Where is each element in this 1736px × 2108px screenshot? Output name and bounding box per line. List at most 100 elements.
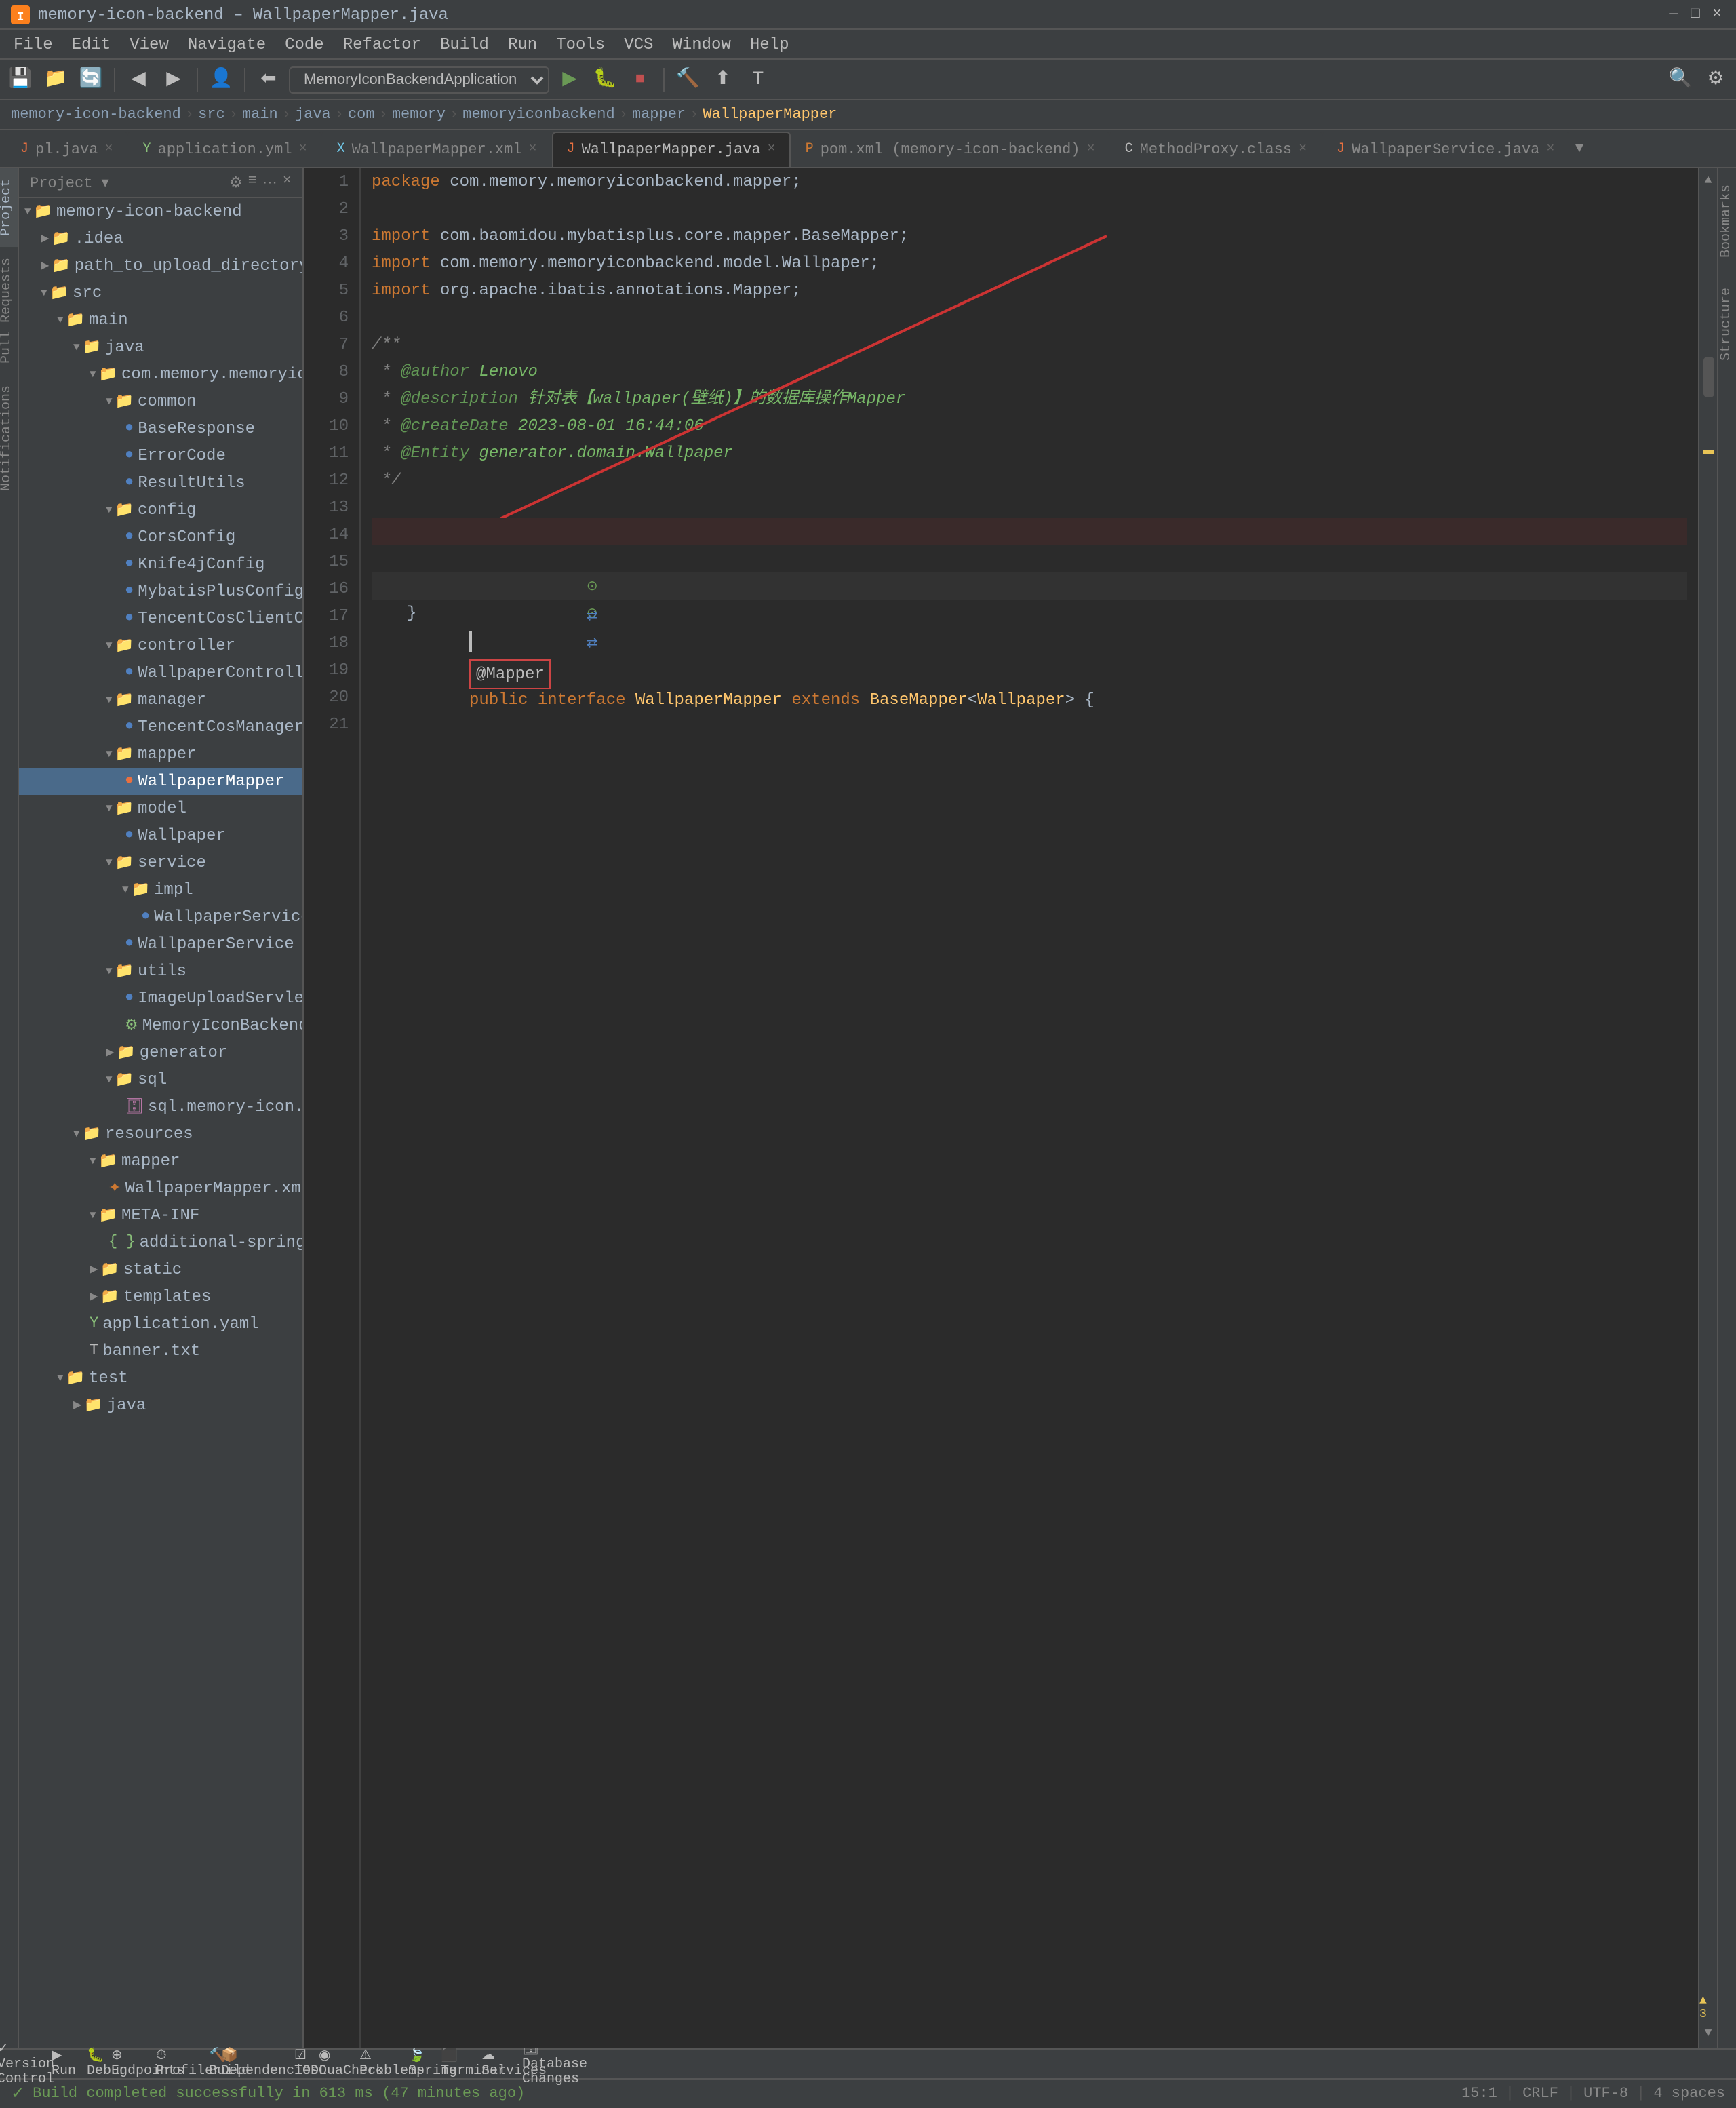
status-position[interactable]: 15:1	[1461, 2086, 1497, 2102]
breadcrumb-part5[interactable]: com	[348, 106, 375, 123]
tree-wallpaper-controller[interactable]: ● WallpaperController	[19, 659, 302, 686]
tree-main[interactable]: ▼ 📁 main	[19, 307, 302, 334]
toolbar-build[interactable]: 🔨	[673, 64, 703, 94]
tree-wallpaper-mapper-xml[interactable]: ✦ WallpaperMapper.xml	[19, 1175, 302, 1202]
build-btn[interactable]: 🔨 Build	[214, 2049, 244, 2079]
tab-pljava-close[interactable]: ×	[104, 142, 113, 157]
tree-meta-inf[interactable]: ▼ 📁 META-INF	[19, 1202, 302, 1229]
toolbar-nav1[interactable]: ⬅	[254, 64, 283, 94]
tree-java[interactable]: ▼ 📁 java	[19, 334, 302, 361]
profiler-btn[interactable]: ⏱ Profiler	[174, 2049, 203, 2079]
panel-project[interactable]: Project	[0, 168, 18, 247]
close-button[interactable]: ×	[1709, 6, 1725, 22]
toolbar-user[interactable]: 👤	[206, 64, 236, 94]
tree-image-upload[interactable]: ● ImageUploadServlet	[19, 985, 302, 1012]
menu-navigate[interactable]: Navigate	[180, 32, 274, 56]
tree-spring-config[interactable]: { } additional-spring-configuration-meta…	[19, 1229, 302, 1256]
tab-xml-close[interactable]: ×	[529, 142, 537, 157]
breadcrumb-part3[interactable]: main	[242, 106, 278, 123]
panel-pull-requests[interactable]: Pull Requests	[0, 247, 18, 374]
breadcrumb-part2[interactable]: src	[198, 106, 225, 123]
tree-app-main[interactable]: ⚙ MemoryIconBackendApplication	[19, 1012, 302, 1039]
version-control-btn[interactable]: ✓ Version Control	[11, 2049, 41, 2079]
tab-method-proxy[interactable]: C MethodProxy.class ×	[1110, 132, 1322, 167]
tree-mapper-folder[interactable]: ▼ 📁 mapper	[19, 741, 302, 768]
tree-knife4j[interactable]: ● Knife4jConfig	[19, 551, 302, 578]
services-btn[interactable]: ☁ Services	[499, 2049, 529, 2079]
tab-proxy-close[interactable]: ×	[1299, 142, 1307, 157]
tree-tencent-manager[interactable]: ● TencentCosManager	[19, 714, 302, 741]
tree-path-upload[interactable]: ▶ 📁 path_to_upload_directory	[19, 252, 302, 279]
tree-controller[interactable]: ▼ 📁 controller	[19, 632, 302, 659]
tree-errorcode[interactable]: ● ErrorCode	[19, 442, 302, 469]
status-indent[interactable]: 4 spaces	[1653, 2086, 1725, 2102]
menu-file[interactable]: File	[5, 32, 61, 56]
menu-build[interactable]: Build	[432, 32, 497, 56]
tree-corsconfig[interactable]: ● CorsConfig	[19, 524, 302, 551]
debug-btn[interactable]: 🐛 Debug	[92, 2049, 122, 2079]
tree-service[interactable]: ▼ 📁 service	[19, 849, 302, 876]
gutter-action-icon[interactable]: ⊙	[587, 581, 598, 596]
tree-wallpaper-service[interactable]: ● WallpaperService	[19, 931, 302, 958]
tree-sql-file[interactable]: 🗄 sql.memory-icon.sql	[19, 1093, 302, 1120]
tree-tencent-cos-config[interactable]: ● TencentCosClientConfig	[19, 605, 302, 632]
tab-yml-close[interactable]: ×	[299, 142, 307, 157]
tree-com-package[interactable]: ▼ 📁 com.memory.memoryiconbackend	[19, 361, 302, 388]
maximize-button[interactable]: □	[1687, 6, 1703, 22]
breadcrumb-part1[interactable]: memory-icon-backend	[11, 106, 181, 123]
menu-help[interactable]: Help	[742, 32, 797, 56]
breadcrumb-part6[interactable]: memory	[392, 106, 446, 123]
gutter-action-icon2[interactable]: ⇄	[587, 610, 598, 625]
tree-common[interactable]: ▼ 📁 common	[19, 388, 302, 415]
menu-view[interactable]: View	[121, 32, 177, 56]
tab-application-yml[interactable]: Y application.yml ×	[128, 132, 322, 167]
scrollbar-thumb[interactable]	[1703, 356, 1714, 397]
scroll-down-arrow[interactable]: ▼	[1705, 2027, 1712, 2040]
tree-sql[interactable]: ▼ 📁 sql	[19, 1066, 302, 1093]
toolbar-back[interactable]: ◀	[123, 64, 153, 94]
menu-run[interactable]: Run	[500, 32, 545, 56]
dependencies-btn[interactable]: 📦 Dependencies	[255, 2049, 285, 2079]
tab-pom-xml[interactable]: P pom.xml (memory-icon-backend) ×	[791, 132, 1110, 167]
tree-src[interactable]: ▼ 📁 src	[19, 279, 302, 307]
run-btn[interactable]: ▶ Run	[52, 2049, 81, 2079]
sidebar-icon-collapse[interactable]: ≡	[248, 173, 257, 192]
panel-bookmarks[interactable]: Bookmarks	[1717, 174, 1736, 269]
toolbar-save2[interactable]: 📁	[41, 64, 71, 94]
tree-resources-mapper[interactable]: ▼ 📁 mapper	[19, 1148, 302, 1175]
endpoints-btn[interactable]: ⊕ Endpoints	[133, 2049, 163, 2079]
toolbar-stop[interactable]: ⏹	[625, 64, 655, 94]
tree-model[interactable]: ▼ 📁 model	[19, 795, 302, 822]
spring-btn[interactable]: 🍃 Spring	[418, 2049, 448, 2079]
toolbar-vcs[interactable]: ⬆	[708, 64, 738, 94]
tree-memory-icon-backend[interactable]: ▼ 📁 memory-icon-backend	[19, 198, 302, 225]
tab-pljava[interactable]: J pl.java ×	[5, 132, 128, 167]
tree-resources[interactable]: ▼ 📁 resources	[19, 1120, 302, 1148]
tree-static[interactable]: ▶ 📁 static	[19, 1256, 302, 1283]
code-area[interactable]: package com.memory.memoryiconbackend.map…	[361, 168, 1698, 2048]
tree-test[interactable]: ▼ 📁 test	[19, 1365, 302, 1392]
tree-mybatisplus[interactable]: ● MybatisPlusConfig	[19, 578, 302, 605]
tree-baseresponse[interactable]: ● BaseResponse	[19, 415, 302, 442]
tree-wallpaper-mapper[interactable]: ● WallpaperMapper	[19, 768, 302, 795]
tab-active-close[interactable]: ×	[768, 142, 776, 157]
tree-resultutils[interactable]: ● ResultUtils	[19, 469, 302, 496]
breadcrumb-part9[interactable]: WallpaperMapper	[703, 106, 837, 123]
toolbar-run[interactable]: ▶	[555, 64, 585, 94]
toolbar-debug[interactable]: 🐛	[590, 64, 620, 94]
minimize-button[interactable]: —	[1665, 6, 1682, 22]
scroll-up-arrow[interactable]: ▲	[1705, 174, 1712, 187]
toolbar-forward[interactable]: ▶	[159, 64, 189, 94]
tab-overflow[interactable]: ▼	[1575, 140, 1583, 157]
luacheck-btn[interactable]: ◉ LuaCheck	[336, 2049, 366, 2079]
menu-vcs[interactable]: VCS	[616, 32, 661, 56]
toolbar-refresh[interactable]: 🔄	[76, 64, 106, 94]
toolbar-save[interactable]: 💾	[5, 64, 35, 94]
menu-tools[interactable]: Tools	[548, 32, 613, 56]
tree-impl[interactable]: ▼ 📁 impl	[19, 876, 302, 903]
problems-btn[interactable]: ⚠ Problems	[377, 2049, 407, 2079]
tree-wallpaper-service-impl[interactable]: ● WallpaperServiceImpl	[19, 903, 302, 931]
panel-notifications[interactable]: Notifications	[0, 374, 18, 502]
database-changes-btn[interactable]: 🗄 Database Changes	[540, 2049, 570, 2079]
sidebar-icon-close[interactable]: ×	[283, 173, 292, 192]
